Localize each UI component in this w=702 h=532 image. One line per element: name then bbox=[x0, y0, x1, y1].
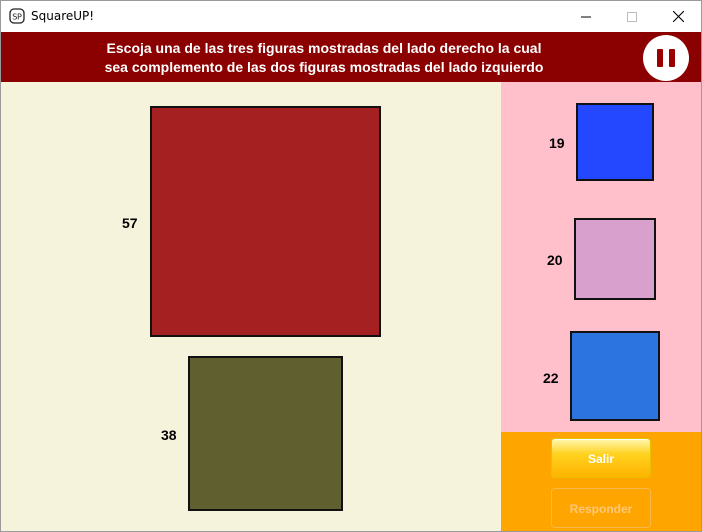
close-icon bbox=[672, 11, 684, 22]
option-square-1[interactable] bbox=[576, 103, 654, 181]
svg-text:P: P bbox=[17, 13, 22, 22]
options-panel: 19 20 22 bbox=[501, 82, 701, 432]
option-2-label: 20 bbox=[547, 252, 563, 268]
option-3-label: 22 bbox=[543, 370, 559, 386]
exit-button[interactable]: Salir bbox=[551, 438, 651, 478]
app-window: S P SquareUP! Escoja una de las tres fig… bbox=[0, 0, 702, 532]
given-figures-panel: 57 38 bbox=[1, 82, 501, 531]
action-buttons-panel: Salir Responder bbox=[501, 432, 701, 531]
given-square-2 bbox=[188, 356, 343, 511]
minimize-icon bbox=[581, 16, 591, 17]
pause-button[interactable] bbox=[643, 35, 689, 81]
app-logo-icon: S P bbox=[9, 8, 25, 24]
minimize-button[interactable] bbox=[563, 1, 609, 32]
maximize-icon bbox=[627, 11, 637, 22]
given-square-1 bbox=[150, 106, 381, 337]
title-bar[interactable]: S P SquareUP! bbox=[1, 1, 701, 32]
answer-button[interactable]: Responder bbox=[551, 488, 651, 528]
instruction-text: Escoja una de las tres figuras mostradas… bbox=[1, 39, 647, 77]
instruction-banner: Escoja una de las tres figuras mostradas… bbox=[1, 32, 701, 82]
window-title: SquareUP! bbox=[31, 9, 95, 23]
option-1-label: 19 bbox=[549, 135, 565, 151]
option-square-2[interactable] bbox=[574, 218, 656, 300]
maximize-button[interactable] bbox=[609, 1, 655, 32]
instruction-line-1: Escoja una de las tres figuras mostradas… bbox=[106, 40, 542, 56]
figure-1-label: 57 bbox=[122, 215, 138, 231]
figure-2-label: 38 bbox=[161, 427, 177, 443]
pause-icon bbox=[654, 49, 678, 67]
close-button[interactable] bbox=[655, 1, 701, 32]
option-square-3[interactable] bbox=[570, 331, 660, 421]
instruction-line-2: sea complemento de las dos figuras mostr… bbox=[104, 59, 544, 75]
